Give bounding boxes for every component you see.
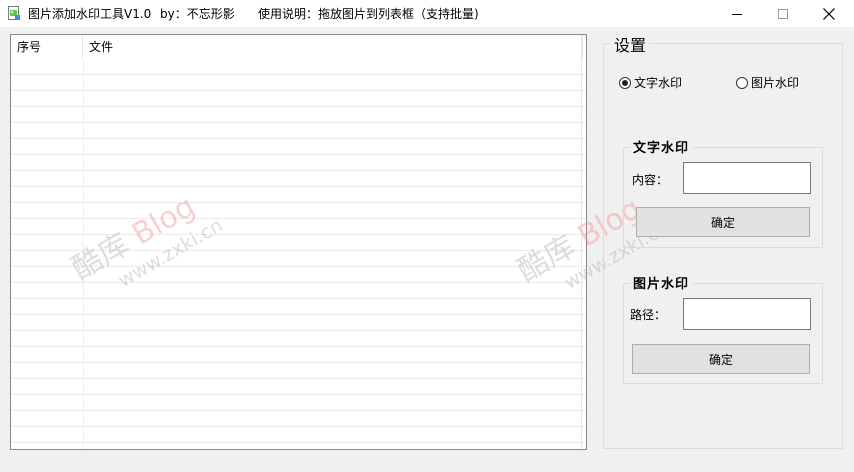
- app-window: 图片添加水印工具V1.0 by：不忘形影 使用说明：拖放图片到列表框（支持批量)…: [0, 0, 854, 472]
- window-title: 图片添加水印工具V1.0: [28, 7, 152, 21]
- window-author: by：不忘形影: [160, 7, 235, 21]
- file-list[interactable]: 序号 文件: [10, 34, 587, 450]
- path-label: 路径：: [630, 308, 667, 322]
- radio-checked-icon: [619, 76, 631, 89]
- maximize-icon: [778, 8, 788, 19]
- content-input[interactable]: [683, 162, 811, 194]
- minimize-icon: [732, 13, 742, 15]
- text-confirm-button[interactable]: 确定: [636, 207, 810, 237]
- list-grid: [11, 59, 586, 449]
- content-label: 内容：: [632, 173, 669, 187]
- close-button[interactable]: [806, 0, 852, 27]
- image-watermark-title: 图片水印: [630, 273, 693, 292]
- minimize-button[interactable]: [714, 0, 760, 27]
- radio-image-watermark[interactable]: 图片水印: [736, 74, 799, 91]
- column-divider: [83, 59, 84, 449]
- column-divider-end: [581, 35, 582, 449]
- list-header: 序号 文件: [11, 35, 586, 59]
- radio-image-watermark-label: 图片水印: [751, 76, 800, 90]
- settings-title: 设置: [611, 32, 650, 56]
- radio-text-watermark[interactable]: 文字水印: [619, 74, 682, 91]
- window-instructions: 使用说明：拖放图片到列表框（支持批量): [258, 7, 479, 21]
- app-icon: [8, 6, 20, 20]
- text-watermark-title: 文字水印: [630, 137, 693, 156]
- radio-unchecked-icon: [736, 76, 748, 89]
- radio-text-watermark-label: 文字水印: [634, 76, 683, 90]
- close-icon: [823, 7, 835, 20]
- title-bar[interactable]: 图片添加水印工具V1.0 by：不忘形影 使用说明：拖放图片到列表框（支持批量): [0, 0, 854, 27]
- image-confirm-button[interactable]: 确定: [632, 344, 810, 374]
- column-header-file[interactable]: 文件: [83, 35, 583, 59]
- maximize-button[interactable]: [760, 0, 806, 27]
- column-header-index[interactable]: 序号: [11, 35, 83, 59]
- path-input[interactable]: [683, 298, 811, 330]
